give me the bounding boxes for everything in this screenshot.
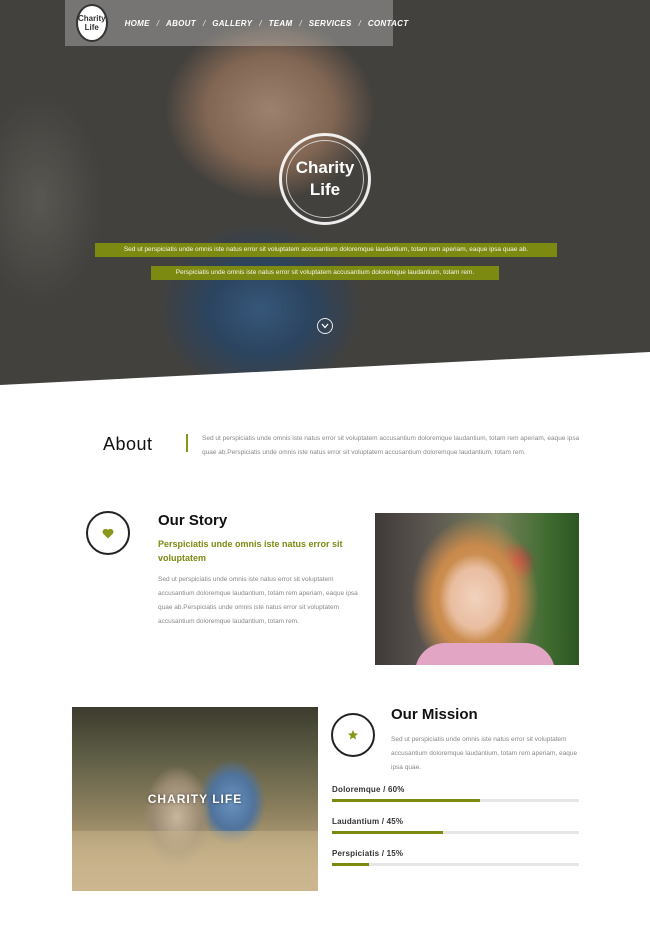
story-title: Our Story — [158, 512, 228, 529]
mission-photo-ground — [72, 831, 318, 891]
star-icon — [348, 730, 358, 740]
story-text: Sed ut perspiciatis unde omnis iste natu… — [158, 576, 358, 625]
chevron-down-icon — [321, 323, 329, 329]
nav-item-home[interactable]: HOME — [118, 19, 157, 28]
mission-title: Our Mission — [391, 706, 478, 723]
about-divider — [186, 434, 188, 452]
skill-bar-laudantium: Laudantium / 45% — [332, 817, 579, 834]
skill-track — [332, 799, 579, 802]
skill-label: Perspiciatis / 15% — [332, 849, 404, 858]
skill-bar-perspiciatis: Perspiciatis / 15% — [332, 849, 579, 866]
story-photo — [375, 513, 579, 665]
nav-item-contact[interactable]: CONTACT — [361, 19, 416, 28]
nav-logo-line1: Charity — [78, 14, 106, 23]
hero-section: Charity Life HOME / ABOUT / GALLERY / TE… — [0, 0, 650, 385]
nav-item-gallery[interactable]: GALLERY — [205, 19, 259, 28]
skill-label: Laudantium / 45% — [332, 817, 404, 826]
mission-photo: CHARITY LIFE — [72, 707, 318, 891]
about-title: About — [103, 434, 153, 454]
skill-fill — [332, 863, 370, 866]
top-navigation: Charity Life HOME / ABOUT / GALLERY / TE… — [65, 0, 408, 46]
story-icon-circle — [86, 511, 130, 555]
skill-label: Doloremque / 60% — [332, 785, 405, 794]
nav-menu: HOME / ABOUT / GALLERY / TEAM / SERVICES… — [118, 19, 416, 28]
hero-caption-1: Sed ut perspiciatis unde omnis iste natu… — [95, 243, 557, 257]
nav-logo-line2: Life — [84, 23, 99, 32]
hero-logo: Charity Life — [279, 133, 371, 225]
skill-track — [332, 831, 579, 834]
scroll-down-button[interactable] — [317, 318, 333, 334]
story-subtitle: Perspiciatis unde omnis iste natus error… — [158, 539, 343, 563]
nav-item-services[interactable]: SERVICES — [302, 19, 359, 28]
hero-caption-2: Perspiciatis unde omnis iste natus error… — [151, 266, 499, 280]
skill-fill — [332, 831, 444, 834]
about-text: Sed ut perspiciatis unde omnis iste natu… — [202, 435, 580, 456]
nav-item-about[interactable]: ABOUT — [159, 19, 203, 28]
hero-logo-ring — [286, 140, 364, 218]
skill-track — [332, 863, 579, 866]
mission-text: Sed ut perspiciatis unde omnis iste natu… — [391, 736, 578, 771]
story-photo-detail — [415, 643, 555, 665]
nav-logo[interactable]: Charity Life — [76, 4, 108, 42]
skill-bar-doloremque: Doloremque / 60% — [332, 785, 579, 802]
mission-photo-watermark: CHARITY LIFE — [147, 792, 243, 806]
mission-icon-circle — [331, 713, 375, 757]
nav-item-team[interactable]: TEAM — [262, 19, 300, 28]
skill-fill — [332, 799, 481, 802]
heart-icon — [102, 528, 114, 538]
